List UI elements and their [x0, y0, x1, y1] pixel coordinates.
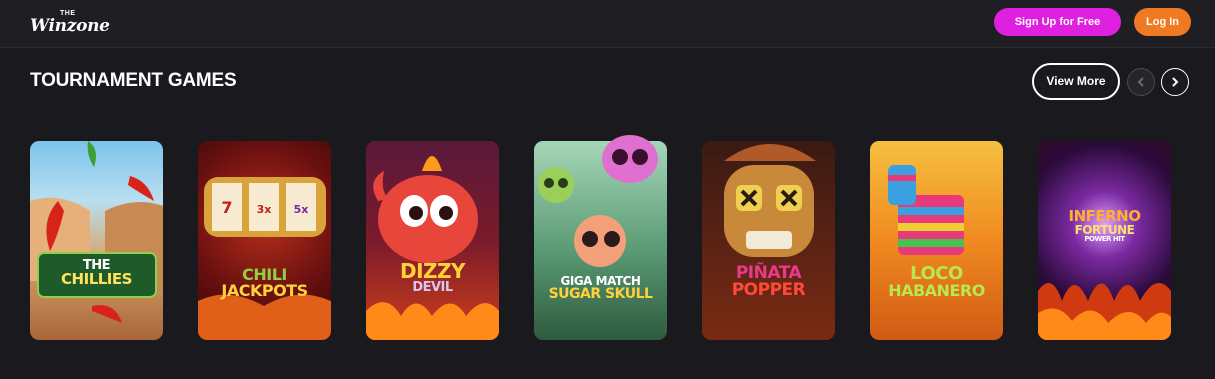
game-title-line2: DEVIL [412, 280, 453, 295]
skull-pinata-art [724, 165, 814, 257]
game-title-line1: INFERNO [1068, 207, 1141, 225]
game-title-line3: POWER HIT [1084, 235, 1125, 243]
game-title-line2: SUGAR SKULL [548, 286, 653, 302]
game-title-line2: JACKPOTS [221, 281, 308, 300]
game-title-line2: HABANERO [888, 281, 985, 300]
chevron-right-icon [1172, 77, 1179, 87]
section-title: TOURNAMENT GAMES [30, 70, 237, 91]
signup-button[interactable]: Sign Up for Free [994, 8, 1121, 36]
carousel-next-button[interactable] [1161, 68, 1189, 96]
game-card-dizzy-devil[interactable]: DIZZY DEVIL [366, 141, 499, 340]
pinata-horse-art [888, 165, 964, 255]
game-title-line2: CHILLIES [61, 270, 132, 288]
devil-character-art [366, 156, 499, 340]
carousel-prev-button[interactable] [1127, 68, 1155, 96]
game-card-loco-habanero[interactable]: LOCO HABANERO [870, 141, 1003, 340]
game-card-art: INFERNO FORTUNE POWER HIT [1038, 141, 1171, 340]
chevron-left-icon [1137, 77, 1144, 87]
pink-skull-icon [602, 135, 658, 183]
game-card-inferno-fortune[interactable]: INFERNO FORTUNE POWER HIT [1038, 141, 1171, 340]
game-title-line1: DIZZY [399, 259, 466, 283]
game-card-pinata-popper[interactable]: PIÑATA POPPER [702, 141, 835, 340]
winzone-logo[interactable]: THE Winzone [30, 9, 110, 39]
svg-text:5x: 5x [294, 203, 309, 216]
game-card-art: LOCO HABANERO [870, 141, 1003, 340]
flower-crown-icon [724, 144, 816, 161]
slot-reels-art: 7 3x 5x [198, 177, 331, 340]
top-header: THE Winzone Sign Up for Free Log In [0, 0, 1215, 48]
view-more-button[interactable]: View More [1032, 63, 1120, 100]
logo-wordmark: Winzone [30, 16, 110, 36]
game-card-art: PIÑATA POPPER [702, 141, 835, 340]
game-title-line2: POPPER [731, 280, 806, 300]
game-card-art: 7 3x 5x CHILI JACKPOTS [198, 141, 331, 340]
game-card-giga-match-sugar-skull[interactable]: GIGA MATCH SUGAR SKULL [534, 135, 667, 340]
game-card-the-chillies[interactable]: THE CHILLIES [30, 141, 163, 340]
login-button[interactable]: Log In [1134, 8, 1191, 36]
svg-text:7: 7 [221, 198, 232, 217]
game-card-chili-jackpots[interactable]: 7 3x 5x CHILI JACKPOTS [198, 141, 331, 340]
game-card-art: DIZZY DEVIL [366, 141, 499, 340]
game-card-art: THE CHILLIES [30, 141, 163, 340]
chili-pepper-art [30, 141, 163, 323]
svg-text:3x: 3x [257, 203, 272, 216]
